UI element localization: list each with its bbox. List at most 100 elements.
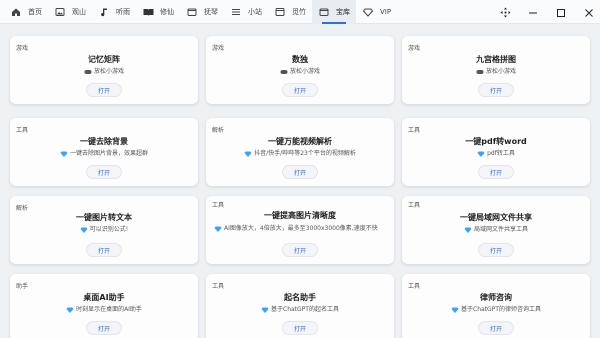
card-category: 解析 xyxy=(16,205,29,212)
music-note-icon xyxy=(98,6,110,18)
open-button[interactable]: 打开 xyxy=(478,321,514,335)
nav-tab-bamboo[interactable]: 觅竹 xyxy=(268,0,312,24)
open-button[interactable]: 打开 xyxy=(86,243,122,257)
tool-card: 工具 一键去除背景 一键去除图片背景，效果超群 打开 xyxy=(10,118,198,186)
card-description-text: 时刻显示在桌面的AI助手 xyxy=(76,306,142,313)
move-icon xyxy=(500,3,511,22)
card-title: 律师咨询 xyxy=(480,293,512,302)
card-description: 局域网文件共享工具 xyxy=(410,225,582,234)
card-description-text: 放松小游戏 xyxy=(289,68,320,75)
card-description: AI图像放大，4倍放大，最多至3000x3000像素,速度不快 xyxy=(214,224,386,233)
card-description: 一键去除图片背景，效果超群 xyxy=(18,149,190,158)
menu-icon xyxy=(230,6,242,18)
open-button[interactable]: 打开 xyxy=(282,243,318,257)
card-title: 一键去除背景 xyxy=(80,137,128,146)
image-icon xyxy=(54,6,66,18)
card-title: 一键pdf转word xyxy=(465,137,527,146)
card-description-text: 抖音/快手/哔哔等23个平台的视频解析 xyxy=(254,150,356,157)
book-icon xyxy=(142,6,154,18)
diamond-icon xyxy=(66,306,74,314)
open-button[interactable]: 打开 xyxy=(478,243,514,257)
card-title: 记忆矩阵 xyxy=(88,55,120,64)
card-title: 一键提高图片清晰度 xyxy=(264,211,336,220)
card-category: 工具 xyxy=(408,283,421,290)
card-description: 抖音/快手/哔哔等23个平台的视频解析 xyxy=(214,149,386,158)
diamond-icon xyxy=(451,306,459,314)
card-description: 基于ChatGPT的律师咨询工具 xyxy=(410,305,582,314)
folder-icon xyxy=(318,6,330,18)
maximize-button[interactable] xyxy=(550,0,572,24)
card-category: 解析 xyxy=(212,127,225,134)
window-controls xyxy=(488,0,600,24)
open-button[interactable]: 打开 xyxy=(282,321,318,335)
gamepad-icon xyxy=(280,68,288,76)
gamepad-icon xyxy=(84,68,92,76)
home-icon xyxy=(10,6,22,18)
nav-tab-label: 宝库 xyxy=(336,7,350,16)
card-description-text: 基于ChatGPT的律师咨询工具 xyxy=(461,306,541,313)
open-button[interactable]: 打开 xyxy=(86,83,122,97)
open-button[interactable]: 打开 xyxy=(478,165,514,179)
nav-tab-home[interactable]: 首页 xyxy=(4,0,48,24)
close-button[interactable] xyxy=(578,0,600,24)
card-description: 可以识别公式! xyxy=(18,225,190,234)
tool-card: 工具 一键pdf转word pdf转工具 打开 xyxy=(402,118,590,186)
diamond-icon xyxy=(362,6,374,18)
nav-tab-vip[interactable]: VIP xyxy=(356,0,397,24)
nav-tab-mountain[interactable]: 观山 xyxy=(48,0,92,24)
card-category: 游戏 xyxy=(16,45,29,52)
maximize-icon xyxy=(556,3,566,22)
folder-icon xyxy=(186,6,198,18)
tool-card: 工具 一键局域网文件共享 局域网文件共享工具 打开 xyxy=(402,196,590,264)
card-description-text: 一键去除图片背景，效果超群 xyxy=(69,150,148,157)
nav-tabs: 首页 观山 听雨 修仙 抚琴 小站 觅竹 宝库 VIP xyxy=(0,0,397,24)
card-description-text: 局域网文件共享工具 xyxy=(473,226,528,233)
diamond-icon xyxy=(214,225,222,233)
tool-card: 工具 律师咨询 基于ChatGPT的律师咨询工具 打开 xyxy=(402,274,590,338)
nav-tab-music[interactable]: 听雨 xyxy=(92,0,136,24)
card-title: 一键图片转文本 xyxy=(76,213,132,222)
nav-tab-label: 修仙 xyxy=(160,7,174,16)
card-title: 一键万能视频解析 xyxy=(268,137,332,146)
nav-tab-station[interactable]: 小站 xyxy=(224,0,268,24)
card-description: 放松小游戏 xyxy=(18,67,190,76)
diamond-icon xyxy=(261,306,269,314)
minimize-icon xyxy=(528,3,538,22)
nav-tab-book[interactable]: 修仙 xyxy=(136,0,180,24)
diamond-icon xyxy=(244,150,252,158)
nav-tab-label: 首页 xyxy=(28,7,42,16)
card-description-text: 可以识别公式! xyxy=(89,226,129,233)
open-button[interactable]: 打开 xyxy=(86,321,122,335)
nav-tab-label: VIP xyxy=(380,7,392,16)
card-category: 工具 xyxy=(16,127,29,134)
card-description-text: pdf转工具 xyxy=(487,150,515,157)
card-title: 数独 xyxy=(292,55,308,64)
tool-card: 工具 起名助手 基于ChatGPT的起名工具 打开 xyxy=(206,274,394,338)
open-button[interactable]: 打开 xyxy=(282,83,318,97)
card-category: 工具 xyxy=(212,202,225,209)
card-category: 工具 xyxy=(212,283,225,290)
window-icon xyxy=(274,6,286,18)
nav-tab-label: 观山 xyxy=(72,7,86,16)
open-button[interactable]: 打开 xyxy=(478,83,514,97)
card-description-text: 基于ChatGPT的起名工具 xyxy=(271,306,339,313)
tool-card: 游戏 记忆矩阵 放松小游戏 打开 xyxy=(10,36,198,104)
nav-tab-label: 抚琴 xyxy=(204,7,218,16)
open-button[interactable]: 打开 xyxy=(86,165,122,179)
move-button[interactable] xyxy=(494,0,516,24)
nav-tab-label: 觅竹 xyxy=(292,7,306,16)
nav-tab-tools[interactable]: 抚琴 xyxy=(180,0,224,24)
diamond-icon xyxy=(60,150,68,158)
card-category: 工具 xyxy=(408,202,421,209)
tool-card: 解析 一键万能视频解析 抖音/快手/哔哔等23个平台的视频解析 打开 xyxy=(206,118,394,186)
tool-card: 工具 一键提高图片清晰度 AI图像放大，4倍放大，最多至3000x3000像素,… xyxy=(206,196,394,264)
diamond-icon xyxy=(80,226,88,234)
card-description: 放松小游戏 xyxy=(410,67,582,76)
nav-tab-label: 听雨 xyxy=(116,7,130,16)
top-nav-bar: 首页 观山 听雨 修仙 抚琴 小站 觅竹 宝库 VIP xyxy=(0,0,600,24)
open-button[interactable]: 打开 xyxy=(282,165,318,179)
card-category: 助手 xyxy=(16,283,29,290)
nav-tab-treasure[interactable]: 宝库 xyxy=(312,0,356,24)
tool-card: 解析 一键图片转文本 可以识别公式! 打开 xyxy=(10,196,198,264)
minimize-button[interactable] xyxy=(522,0,544,24)
